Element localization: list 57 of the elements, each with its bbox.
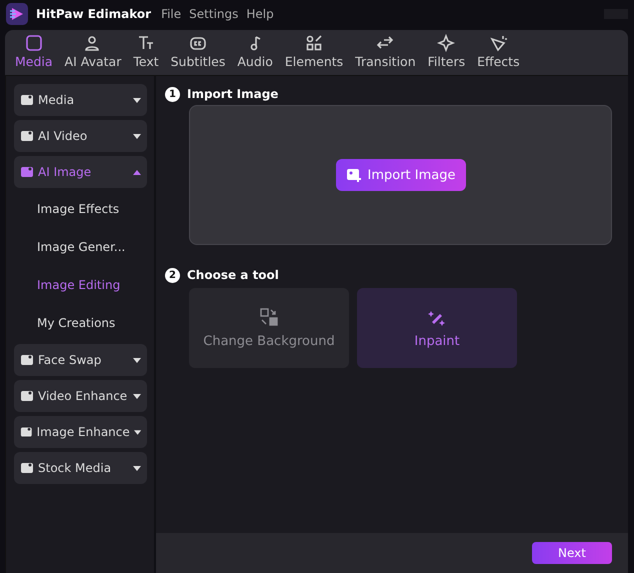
step-number: 1 [165,86,180,102]
toolbar-tab[interactable]: Media [9,32,59,75]
sidebar-section[interactable]: Image Enhance [14,416,147,448]
category-icon [20,93,34,107]
sidebar-item[interactable]: Image Effects [14,192,154,226]
sidebar-section[interactable]: AI Video [14,120,147,152]
sidebar-section[interactable]: Video Enhance [14,380,147,412]
category-icon [20,389,34,403]
caret-icon [133,134,141,138]
app-title: HitPaw Edimakor [36,7,152,21]
sidebar-item[interactable]: Image Editing [14,268,154,302]
caret-icon [133,358,141,362]
tab-icon [24,34,43,52]
image-add-icon [346,167,362,183]
toolbar-tab[interactable]: Transition [349,32,422,75]
toolbar-tab[interactable]: Audio [231,32,279,75]
sidebar-section[interactable]: Stock Media [14,452,147,484]
category-icon [20,425,33,439]
sidebar-item[interactable]: My Creations [14,306,154,340]
toolbar-tab[interactable]: Elements [278,32,350,75]
sidebar-section[interactable]: Media [14,84,147,116]
menu-item[interactable]: Settings [189,7,238,21]
sidebar-section[interactable]: AI Image [14,156,147,188]
tool-card[interactable]: Change Background [189,288,349,368]
tab-icon [189,34,207,52]
tab-icon [136,34,155,52]
caret-icon [133,98,141,102]
swap-icon [260,308,278,326]
caret-icon [134,430,141,434]
caret-icon [133,466,141,470]
menu-item[interactable]: Help [246,7,274,21]
menu-item[interactable]: File [161,7,182,21]
sidebar-section[interactable]: Face Swap [14,344,147,376]
toolbar-tab[interactable]: AI Avatar [58,32,128,75]
tab-icon [305,34,324,52]
tab-icon [437,34,456,52]
tool-card[interactable]: Inpaint [357,288,517,368]
next-button[interactable]: Next [532,542,612,564]
category-icon [20,165,34,179]
category-icon [20,461,34,475]
tab-icon [84,34,102,52]
app-logo-icon [6,3,28,25]
toolbar-tab[interactable]: Text [127,32,165,75]
toolbar-tab[interactable]: Subtitles [164,32,232,75]
step-number: 2 [165,268,180,282]
toolbar-tab[interactable]: Filters [422,32,472,75]
category-icon [20,129,34,143]
caret-icon [133,170,141,174]
category-icon [20,353,34,367]
tab-icon [489,34,508,52]
import-area[interactable]: Import Image [189,105,612,245]
toolbar-tab[interactable]: Effects [471,32,526,75]
step-title: Import Image [187,87,278,101]
import-image-button[interactable]: Import Image [336,159,466,191]
step-title: Choose a tool [187,268,279,282]
sidebar-item[interactable]: Image Gener... [14,230,154,264]
caret-icon [133,394,141,398]
